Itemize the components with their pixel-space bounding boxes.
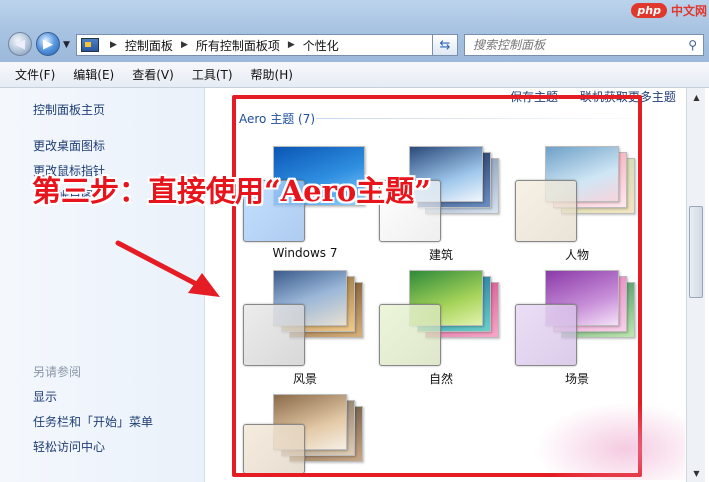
chevron-right-icon[interactable]: ▶ xyxy=(110,40,117,50)
arrow-right-icon: ▶ xyxy=(43,36,53,52)
forward-button[interactable]: ▶ xyxy=(36,32,60,56)
menu-tools[interactable]: 工具(T) xyxy=(183,66,242,83)
sidebar-link-display[interactable]: 显示 xyxy=(33,388,57,405)
breadcrumb-item-personalization[interactable]: 个性化 xyxy=(303,37,339,54)
see-also-heading: 另请参阅 xyxy=(33,365,82,379)
menu-view[interactable]: 查看(V) xyxy=(123,66,183,83)
arrow-left-icon: ◀ xyxy=(15,36,25,52)
menu-file[interactable]: 文件(F) xyxy=(6,66,64,83)
search-icon[interactable]: ⚲ xyxy=(688,38,697,52)
step-annotation: 第三步：直接使用“Aero主题” xyxy=(32,174,431,208)
menu-bar: 文件(F) 编辑(E) 查看(V) 工具(T) 帮助(H) xyxy=(0,62,709,88)
pointer-arrow-icon xyxy=(115,240,220,297)
search-box[interactable]: ⚲ xyxy=(464,34,704,56)
scroll-down-icon[interactable]: ▼ xyxy=(687,464,706,482)
back-button[interactable]: ◀ xyxy=(8,32,32,56)
recent-pages-dropdown[interactable]: ▼ xyxy=(63,40,70,50)
watermark-blur xyxy=(535,402,685,480)
control-panel-icon xyxy=(81,38,99,52)
sidebar-link-desktop-icons[interactable]: 更改桌面图标 xyxy=(33,137,105,154)
breadcrumb-item-all-items[interactable]: 所有控制面板项 xyxy=(196,37,280,54)
window-titlebar: php 中文网 ◀ ▶ ▼ ▶ 控制面板 ▶ 所有控制面板项 ▶ 个性化 ⇆ ⚲ xyxy=(0,0,709,62)
breadcrumb-item-control-panel[interactable]: 控制面板 xyxy=(125,37,173,54)
refresh-icon: ⇆ xyxy=(439,37,451,53)
breadcrumb: ▶ 控制面板 ▶ 所有控制面板项 ▶ 个性化 xyxy=(102,37,339,54)
refresh-button[interactable]: ⇆ xyxy=(432,34,458,56)
menu-help[interactable]: 帮助(H) xyxy=(242,66,302,83)
sidebar-link-taskbar[interactable]: 任务栏和「开始」菜单 xyxy=(33,413,153,430)
sidebar-link-ease-of-access[interactable]: 轻松访问中心 xyxy=(33,438,105,455)
vertical-scrollbar[interactable]: ▲ ▼ xyxy=(686,88,705,482)
scroll-up-icon[interactable]: ▲ xyxy=(687,88,706,106)
watermark-text: 中文网 xyxy=(670,4,707,18)
chevron-right-icon[interactable]: ▶ xyxy=(288,40,295,50)
chevron-right-icon[interactable]: ▶ xyxy=(181,40,188,50)
watermark-logo: php 中文网 xyxy=(631,2,707,19)
search-input[interactable] xyxy=(473,38,673,52)
menu-edit[interactable]: 编辑(E) xyxy=(64,66,123,83)
watermark-badge: php xyxy=(631,3,667,18)
sidebar-link-home[interactable]: 控制面板主页 xyxy=(33,101,105,118)
scrollbar-thumb[interactable] xyxy=(689,206,703,298)
address-bar[interactable]: ▶ 控制面板 ▶ 所有控制面板项 ▶ 个性化 xyxy=(76,34,456,56)
